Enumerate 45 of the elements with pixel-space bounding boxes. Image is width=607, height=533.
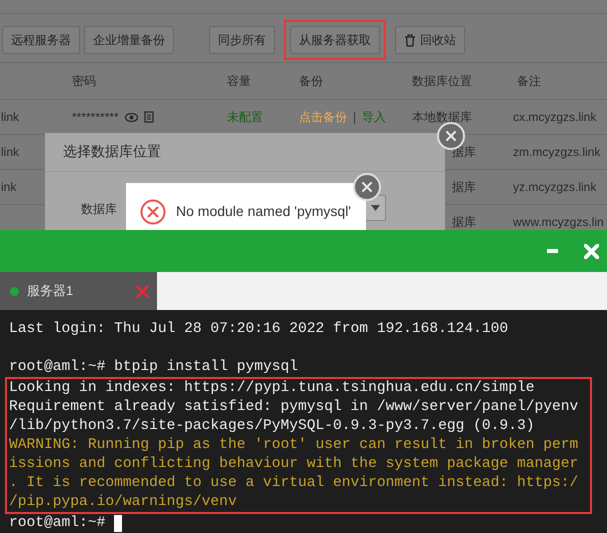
error-icon <box>140 199 166 225</box>
table-cell-text: yz.mcyzgzs.link <box>512 180 598 194</box>
copy-icon[interactable] <box>144 111 154 123</box>
backup-link[interactable]: 点击备份 <box>299 108 347 126</box>
dialog-title: 选择数据库位置 <box>63 143 161 161</box>
cursor <box>114 515 122 532</box>
eye-icon[interactable] <box>124 112 138 122</box>
terminal-line: . It is recommended to use a virtual environment instead: https:/ <box>9 474 578 493</box>
tab-label: 服务器1 <box>27 282 74 300</box>
terminal-line: root@aml:~# <box>9 514 106 533</box>
column-header: 密码 <box>71 72 97 90</box>
separator-text: | <box>353 110 356 124</box>
table-cell-text: ink <box>0 180 18 194</box>
toolbar-button[interactable]: 同步所有 <box>209 26 275 54</box>
terminal-line: WARNING: Running pip as the 'root' user can result in broken perm <box>9 436 578 455</box>
column-header: 数据库位置 <box>411 72 473 90</box>
toolbar-button[interactable]: 回收站 <box>395 26 465 54</box>
toolbar-button[interactable]: 远程服务器 <box>2 26 80 54</box>
table-cell-text: www.mcyzgzs.lin <box>512 215 605 229</box>
field-label: 数据库 <box>81 201 117 218</box>
table-cell-text: link <box>0 145 20 159</box>
terminal-line: root@aml:~# btpip install pymysql <box>9 358 298 377</box>
terminal-tab[interactable]: 服务器1 <box>0 272 157 310</box>
toolbar-button[interactable]: 企业增量备份 <box>84 26 174 54</box>
table-cell-text: zm.mcyzgzs.link <box>512 145 602 159</box>
column-header: 备注 <box>516 72 542 90</box>
terminal-line: /pip.pypa.io/warnings/venv <box>9 493 237 512</box>
terminal-line: /lib/python3.7/site-packages/PyMySQL-0.9.3-py3.7.egg (0.9.3) <box>9 417 534 436</box>
table-cell-text: 未配置 <box>226 108 264 126</box>
caret-icon <box>370 205 380 211</box>
terminal-line: Requirement already satisfied: pymysql in /www/server/panel/pyenv <box>9 398 578 417</box>
terminal-line: Looking in indexes: https://pypi.tuna.tsinghua.edu.cn/simple <box>9 379 534 398</box>
trash-icon <box>404 34 416 46</box>
table-cell-text: 据库 <box>451 178 477 196</box>
table-cell-text: 本地数据库 <box>411 108 473 126</box>
password-text: ********** <box>72 110 119 124</box>
terminal-line: issions and conflicting behaviour with the system package manager <box>9 455 578 474</box>
table-cell-text: link <box>0 110 20 124</box>
column-header: 容量 <box>226 72 252 90</box>
table-cell-text: 据库 <box>451 214 477 230</box>
error-message: No module named 'pymysql' <box>176 203 351 219</box>
table-cell-text: cx.mcyzgzs.link <box>512 110 598 124</box>
terminal-line: Last login: Thu Jul 28 07:20:16 2022 from 192.168.124.100 <box>9 320 508 339</box>
column-header: 备份 <box>298 72 324 90</box>
toolbar-button[interactable]: 从服务器获取 <box>290 26 380 54</box>
